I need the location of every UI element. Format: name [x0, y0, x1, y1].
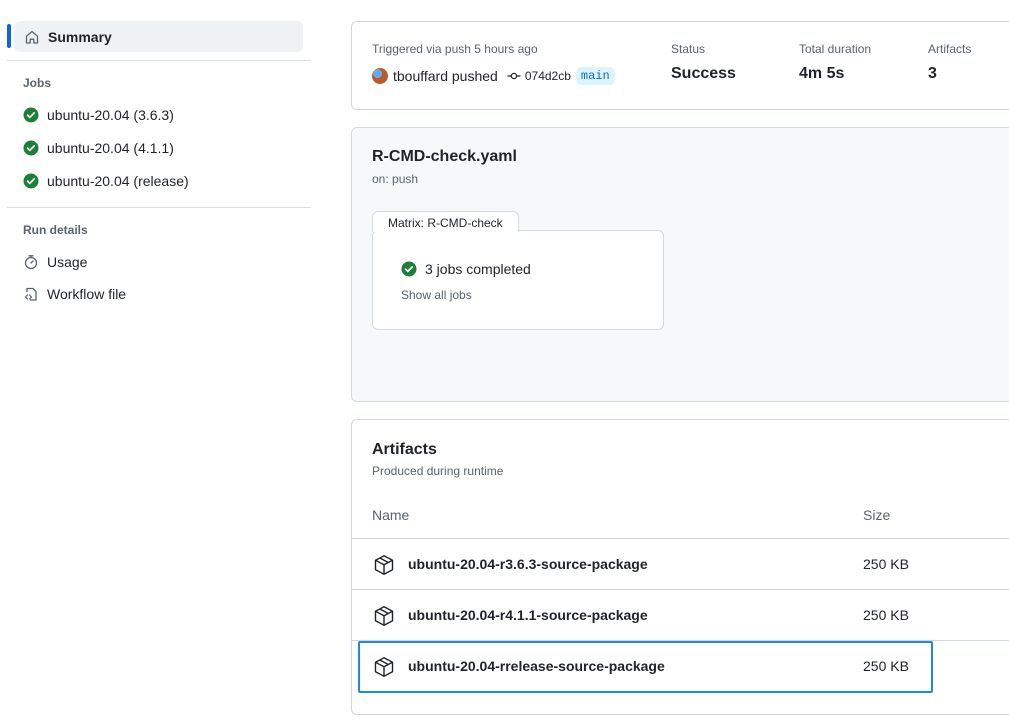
sidebar-item-label: ubuntu-20.04 (3.6.3): [47, 107, 174, 123]
artifacts-title: Artifacts: [372, 441, 437, 458]
workflow-graph-card: R-CMD-check.yaml on: push Matrix: R-CMD-…: [351, 127, 1009, 402]
file-code-icon: [23, 286, 39, 302]
avatar[interactable]: [372, 68, 388, 84]
artifacts-count-label: Artifacts: [928, 42, 972, 56]
artifact-size: 250 KB: [863, 556, 909, 572]
artifacts-count-value: 3: [928, 65, 937, 82]
artifact-row[interactable]: ubuntu-20.04-rrelease-source-package 250…: [352, 640, 1009, 691]
sidebar-item-label: ubuntu-20.04 (release): [47, 173, 189, 189]
artifact-name-link[interactable]: ubuntu-20.04-rrelease-source-package: [408, 658, 665, 674]
artifact-name-link[interactable]: ubuntu-20.04-r4.1.1-source-package: [408, 607, 648, 623]
sidebar-item-workflow-file[interactable]: Workflow file: [23, 283, 126, 305]
sidebar-item-label: Usage: [47, 254, 88, 270]
divider: [7, 207, 311, 208]
sidebar: Summary Jobs ubuntu-20.04 (3.6.3) ubuntu…: [0, 0, 320, 724]
sidebar-item-label: Workflow file: [47, 286, 127, 302]
matrix-tab: Matrix: R-CMD-check: [372, 211, 519, 232]
matrix-box: 3 jobs completed Show all jobs: [372, 230, 664, 330]
package-icon: [373, 554, 395, 576]
sidebar-item-label: Summary: [48, 28, 112, 45]
column-header-name: Name: [372, 507, 410, 523]
workflow-trigger: on: push: [372, 172, 419, 186]
artifact-row[interactable]: ubuntu-20.04-r3.6.3-source-package 250 K…: [352, 538, 1009, 589]
sidebar-item-job-3[interactable]: ubuntu-20.04 (release): [23, 170, 189, 192]
workflow-file-name: R-CMD-check.yaml: [372, 148, 517, 165]
home-icon: [24, 29, 40, 45]
check-circle-icon: [23, 107, 39, 123]
user-action[interactable]: tbouffard pushed: [393, 68, 498, 84]
artifact-name-link[interactable]: ubuntu-20.04-r3.6.3-source-package: [408, 556, 648, 572]
duration-label: Total duration: [799, 42, 872, 56]
commit-info: tbouffard pushed 074d2cb main: [372, 67, 615, 85]
check-circle-icon: [401, 261, 417, 277]
commit-icon: [507, 69, 521, 83]
status-value: Success: [671, 65, 736, 82]
artifacts-subtitle: Produced during runtime: [372, 464, 504, 478]
show-all-jobs-link[interactable]: Show all jobs: [401, 288, 472, 302]
artifact-row[interactable]: ubuntu-20.04-r4.1.1-source-package 250 K…: [352, 589, 1009, 640]
check-circle-icon: [23, 140, 39, 156]
duration-value: 4m 5s: [799, 65, 845, 82]
sidebar-item-job-2[interactable]: ubuntu-20.04 (4.1.1): [23, 137, 174, 159]
run-summary-card: Triggered via push 5 hours ago tbouffard…: [351, 21, 1009, 110]
jobs-section-title: Jobs: [23, 76, 52, 90]
trigger-text: Triggered via push 5 hours ago: [372, 42, 538, 56]
sidebar-item-summary[interactable]: Summary: [14, 21, 303, 52]
sidebar-item-job-1[interactable]: ubuntu-20.04 (3.6.3): [23, 104, 174, 126]
divider: [7, 60, 311, 61]
package-icon: [373, 605, 395, 627]
artifact-size: 250 KB: [863, 607, 909, 623]
sidebar-item-label: ubuntu-20.04 (4.1.1): [47, 140, 174, 156]
package-icon: [373, 656, 395, 678]
check-circle-icon: [23, 173, 39, 189]
artifact-size: 250 KB: [863, 658, 909, 674]
active-indicator: [7, 24, 11, 48]
jobs-completed: 3 jobs completed: [401, 261, 531, 277]
run-details-section-title: Run details: [23, 223, 88, 237]
sidebar-item-usage[interactable]: Usage: [23, 251, 87, 273]
commit-sha-link[interactable]: 074d2cb: [525, 69, 571, 83]
stopwatch-icon: [23, 254, 39, 270]
status-label: Status: [671, 42, 706, 56]
jobs-completed-text: 3 jobs completed: [425, 261, 531, 277]
artifacts-card: Artifacts Produced during runtime Name S…: [351, 419, 1009, 715]
column-header-size: Size: [863, 507, 891, 523]
branch-tag[interactable]: main: [575, 67, 615, 85]
